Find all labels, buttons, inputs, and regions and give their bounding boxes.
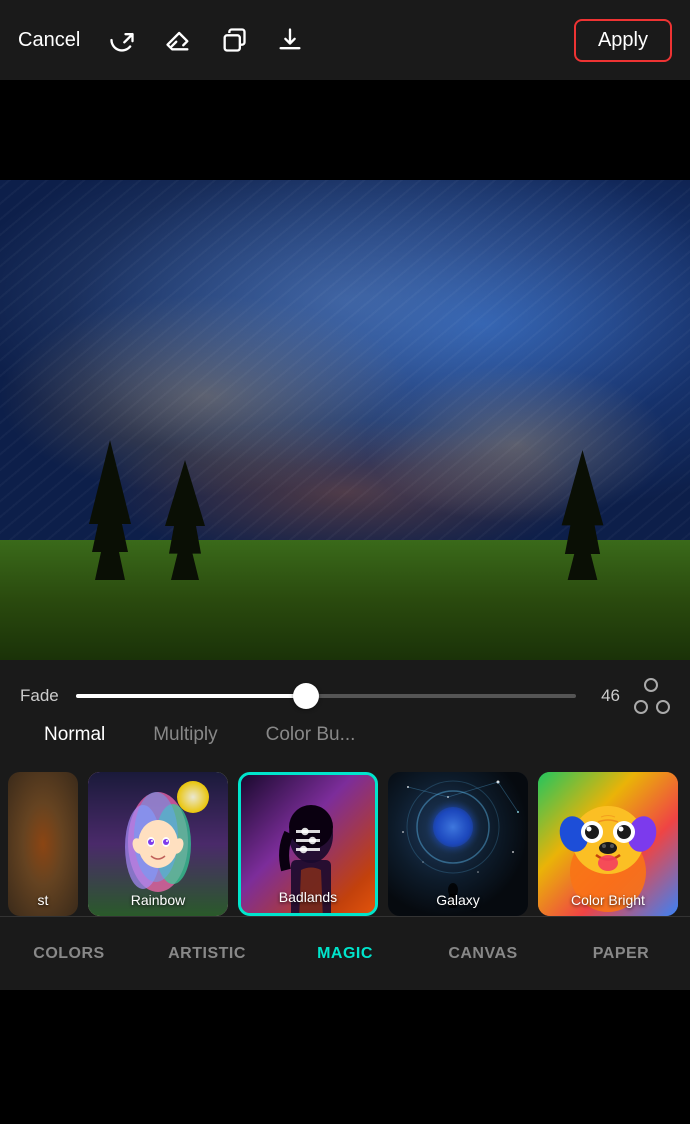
top-bar-left: Cancel [18,26,304,54]
download-icon [276,26,304,54]
fade-slider[interactable] [76,694,576,698]
blend-mode-row: Normal Multiply Color Bu... [20,714,670,746]
layers-button[interactable] [220,26,248,54]
filter-label-galaxy: Galaxy [388,892,528,908]
blend-colorburn[interactable]: Color Bu... [242,724,380,746]
controls-area: Fade 46 Normal Multiply Color Bu... [0,660,690,760]
cancel-button[interactable]: Cancel [18,29,80,52]
apply-button[interactable]: Apply [574,19,672,62]
slider-thumb[interactable] [293,683,319,709]
filter-item-first[interactable]: st [8,772,78,916]
image-content [0,180,690,660]
nav-magic[interactable]: MAGIC [276,917,414,990]
eraser-button[interactable] [164,26,192,54]
fade-value: 46 [590,686,620,706]
filter-settings-icon [290,823,326,866]
filter-item-galaxy[interactable]: Galaxy [388,772,528,916]
nav-colors[interactable]: COLORS [0,917,138,990]
filter-label-first: st [8,892,78,908]
filter-item-rainbow[interactable]: Rainbow [88,772,228,916]
eraser-icon [164,26,192,54]
blend-normal[interactable]: Normal [20,724,129,746]
blend-multiply[interactable]: Multiply [129,724,241,746]
circle-bottom-left [634,700,648,714]
filter-item-colorbright[interactable]: Color Bright [538,772,678,916]
filter-label-colorbright: Color Bright [538,892,678,908]
color-circles-button[interactable] [634,678,670,714]
nav-paper[interactable]: PAPER [552,917,690,990]
download-button[interactable] [276,26,304,54]
filter-item-badlands[interactable]: Badlands [238,772,378,916]
image-canvas [0,180,690,660]
redo-icon [108,26,136,54]
spacer [0,80,690,180]
fade-label: Fade [20,686,62,706]
bottom-nav: COLORS ARTISTIC MAGIC CANVAS PAPER [0,916,690,990]
redo-button[interactable] [108,26,136,54]
circle-bottom-right [656,700,670,714]
nav-artistic[interactable]: ARTISTIC [138,917,276,990]
fade-row: Fade 46 [20,678,670,714]
nav-canvas[interactable]: CANVAS [414,917,552,990]
layers-icon [220,26,248,54]
slider-fill [76,694,306,698]
filter-label-badlands: Badlands [241,889,375,905]
filter-row: st [0,760,690,916]
top-bar: Cancel [0,0,690,80]
circle-top [644,678,658,692]
filter-label-rainbow: Rainbow [88,892,228,908]
